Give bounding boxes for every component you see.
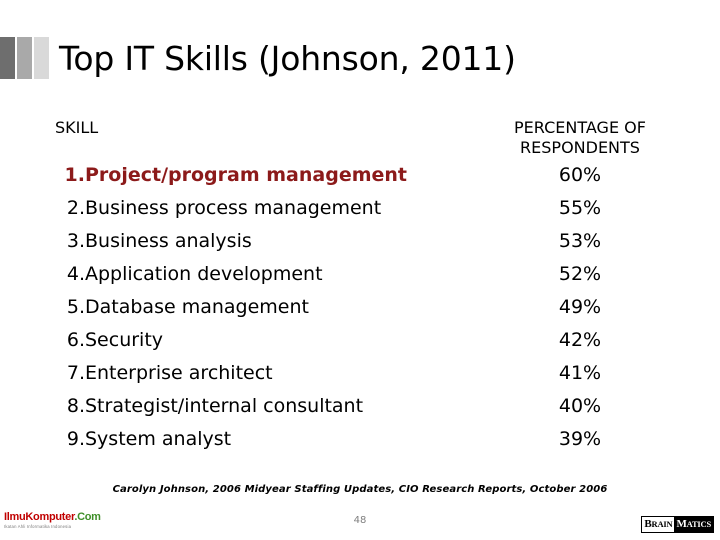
row-percentage-value: 60% [558, 163, 602, 186]
brainmatics-logo-brain: BRAIN [642, 517, 675, 532]
column-header-percentage-line1: PERCENTAGE OF [514, 118, 646, 137]
table-header: SKILL PERCENTAGE OF RESPONDENTS [55, 118, 675, 159]
row-percentage-value: 41% [558, 361, 602, 384]
row-number: 6. [66, 328, 85, 351]
accent-bar-dark [0, 37, 15, 79]
row-skill-label: Enterprise architect [85, 361, 273, 384]
table-row: 2. Business process management 55% [55, 192, 675, 225]
skills-table: SKILL PERCENTAGE OF RESPONDENTS 1. Projec… [55, 118, 675, 456]
row-percentage-value: 49% [558, 295, 602, 318]
row-skill-label: Security [85, 328, 164, 351]
accent-bars-decoration [0, 37, 49, 79]
table-row: 3. Business analysis 53% [55, 225, 675, 258]
row-percentage-value: 39% [558, 427, 602, 450]
table-row: 7. Enterprise architect 41% [55, 357, 675, 390]
row-skill-label: Project/program management [85, 163, 408, 186]
row-number: 7. [66, 361, 85, 384]
table-row: 4. Application development 52% [55, 258, 675, 291]
table-row: 6. Security 42% [55, 324, 675, 357]
row-skill-label: System analyst [85, 427, 232, 450]
table-row: 8. Strategist/internal consultant 40% [55, 390, 675, 423]
row-percentage-value: 53% [558, 229, 602, 252]
row-number: 9. [66, 427, 85, 450]
table-row: 9. System analyst 39% [55, 423, 675, 456]
row-number: 4. [66, 262, 85, 285]
brainmatics-logo: BRAIN MATICS [641, 516, 714, 533]
row-skill-label: Business analysis [85, 229, 252, 252]
ilmukomputer-logo-name-tld: .Com [74, 511, 101, 523]
brainmatics-logo-matics-cap: M [676, 518, 687, 530]
ilmukomputer-logo-tagline: Ikatan Ahli Informatika Indonesia [4, 523, 72, 529]
brainmatics-logo-matics-rest: ATICS [686, 519, 712, 529]
row-number: 5. [66, 295, 85, 318]
row-percentage-value: 42% [558, 328, 602, 351]
ilmukomputer-logo: IlmuKomputer.Com Ikatan Ahli Informatika… [4, 511, 101, 529]
row-skill-label: Strategist/internal consultant [85, 394, 364, 417]
row-number: 8. [66, 394, 85, 417]
row-skill-label: Application development [85, 262, 323, 285]
accent-bar-medium [17, 37, 32, 79]
row-number: 2. [66, 196, 85, 219]
column-header-skill: SKILL [55, 118, 99, 137]
row-skill-label: Business process management [85, 196, 382, 219]
ilmukomputer-logo-name-main: IlmuKomputer [4, 511, 75, 523]
row-number: 1. [64, 163, 85, 186]
column-header-percentage: PERCENTAGE OF RESPONDENTS [485, 118, 675, 159]
source-citation: Carolyn Johnson, 2006 Midyear Staffing U… [112, 484, 608, 495]
table-row: 5. Database management 49% [55, 291, 675, 324]
ilmukomputer-logo-name: IlmuKomputer.Com [4, 511, 101, 523]
column-header-percentage-line2: RESPONDENTS [520, 138, 640, 158]
row-skill-label: Database management [85, 295, 309, 318]
table-header-row: SKILL PERCENTAGE OF RESPONDENTS [55, 118, 675, 159]
row-percentage-value: 55% [558, 196, 602, 219]
brainmatics-logo-brain-rest: RAIN [651, 519, 673, 529]
row-percentage-value: 52% [558, 262, 602, 285]
table-body: 1. Project/program management 60% 2. Busines… [55, 159, 675, 456]
skills-table-container: SKILL PERCENTAGE OF RESPONDENTS 1. Projec… [0, 118, 720, 456]
brainmatics-logo-brain-cap: B [644, 518, 652, 530]
page-number: 48 [353, 515, 367, 526]
row-number: 3. [66, 229, 85, 252]
page-title: Top IT Skills (Johnson, 2011) [59, 38, 516, 78]
row-percentage-value: 40% [558, 394, 602, 417]
brainmatics-logo-matics: MATICS [674, 517, 713, 532]
slide-title-row: Top IT Skills (Johnson, 2011) [0, 32, 720, 84]
table-row: 1. Project/program management 60% [55, 159, 675, 192]
accent-bar-light [34, 37, 49, 79]
